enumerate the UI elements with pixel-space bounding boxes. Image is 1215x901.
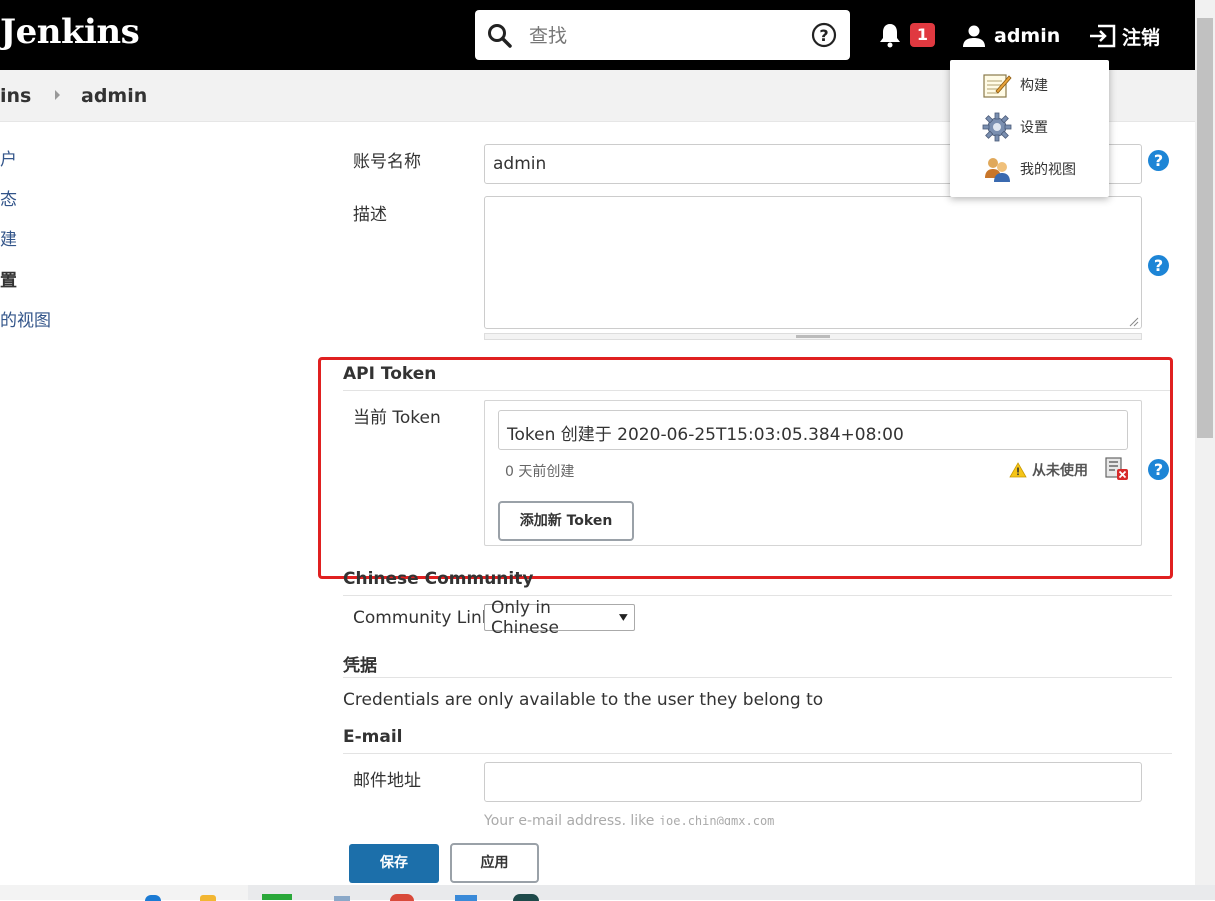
community-title: Chinese Community bbox=[343, 569, 534, 589]
scrollbar-thumb[interactable] bbox=[1197, 18, 1213, 438]
taskbar-app-icon[interactable] bbox=[200, 895, 216, 901]
sidebar-item-builds[interactable]: 建 bbox=[0, 225, 17, 250]
description-textarea[interactable] bbox=[484, 196, 1142, 329]
taskbar-app-icon[interactable] bbox=[145, 895, 161, 901]
logout-link[interactable]: 注销 bbox=[1088, 22, 1160, 50]
sidebar-item-settings[interactable]: 置 bbox=[0, 266, 17, 291]
credentials-text: Credentials are only available to the us… bbox=[343, 690, 824, 710]
save-button[interactable]: 保存 bbox=[349, 844, 439, 883]
help-icon[interactable]: ? bbox=[1148, 150, 1169, 171]
search-input[interactable] bbox=[527, 20, 801, 52]
description-label: 描述 bbox=[353, 205, 387, 225]
breadcrumb-current[interactable]: admin bbox=[81, 85, 147, 107]
email-input[interactable] bbox=[484, 762, 1142, 802]
taskbar-app-icon[interactable] bbox=[262, 894, 292, 900]
taskbar-app-icon[interactable] bbox=[334, 896, 350, 901]
textarea-resize-bar[interactable] bbox=[484, 333, 1142, 340]
bell-icon[interactable] bbox=[878, 22, 902, 48]
taskbar-app-icon[interactable] bbox=[455, 895, 477, 901]
dropdown-label-settings: 设置 bbox=[1020, 120, 1048, 136]
dropdown-arrow-icon bbox=[619, 614, 628, 621]
notification-badge[interactable]: 1 bbox=[910, 23, 935, 47]
help-icon[interactable]: ? bbox=[1148, 255, 1169, 276]
user-menu-link[interactable]: admin bbox=[962, 22, 1060, 50]
community-link-label: Community Link bbox=[353, 608, 492, 628]
chevron-right-icon bbox=[55, 90, 60, 100]
search-help-icon[interactable]: ? bbox=[811, 22, 837, 48]
search-icon bbox=[488, 24, 512, 48]
dropdown-item-my-views[interactable]: 我的视图 bbox=[982, 153, 1076, 185]
user-icon bbox=[963, 25, 985, 47]
dropdown-item-settings[interactable]: 设置 bbox=[982, 111, 1048, 143]
apply-button[interactable]: 应用 bbox=[450, 843, 539, 883]
dropdown-label-my-views: 我的视图 bbox=[1020, 162, 1076, 178]
email-title: E-mail bbox=[343, 727, 403, 747]
jenkins-logo[interactable]: Jenkins bbox=[0, 12, 140, 52]
section-divider bbox=[343, 595, 1172, 596]
taskbar bbox=[0, 885, 1215, 901]
email-hint-example: joe.chin@gmx.com bbox=[658, 814, 775, 825]
sidebar-item-my-views[interactable]: 的视图 bbox=[0, 306, 51, 331]
logout-icon bbox=[1090, 24, 1116, 48]
sidebar-item-user[interactable]: 户 bbox=[0, 145, 17, 170]
users-icon bbox=[985, 158, 1010, 182]
email-hint: Your e-mail address, like joe.chin@gmx.c… bbox=[484, 813, 774, 825]
section-divider bbox=[343, 677, 1172, 678]
search-box[interactable]: ? bbox=[475, 10, 850, 60]
logout-label: 注销 bbox=[1122, 26, 1161, 49]
sidebar-item-status[interactable]: 态 bbox=[0, 185, 17, 210]
credentials-title: 凭据 bbox=[343, 656, 377, 676]
resize-handle[interactable] bbox=[796, 335, 830, 338]
email-label: 邮件地址 bbox=[353, 771, 421, 791]
community-link-select[interactable]: Only in Chinese bbox=[484, 598, 635, 638]
dropdown-label-builds: 构建 bbox=[1020, 78, 1048, 94]
dropdown-item-builds[interactable]: 构建 bbox=[982, 69, 1048, 101]
resize-grip-icon[interactable] bbox=[1127, 315, 1139, 327]
notepad-icon bbox=[983, 74, 1012, 98]
user-dropdown-menu: 构建 设置 我的视图 bbox=[950, 60, 1109, 197]
breadcrumb-root[interactable]: ins bbox=[0, 85, 31, 107]
gear-icon bbox=[982, 112, 1012, 142]
account-name-label: 账号名称 bbox=[353, 152, 421, 172]
community-link-value: Only in Chinese bbox=[491, 597, 559, 638]
svg-text:?: ? bbox=[819, 26, 828, 45]
user-name: admin bbox=[994, 25, 1061, 47]
highlight-annotation bbox=[318, 357, 1173, 579]
email-hint-text: Your e-mail address, like bbox=[484, 813, 655, 825]
section-divider bbox=[343, 753, 1172, 754]
